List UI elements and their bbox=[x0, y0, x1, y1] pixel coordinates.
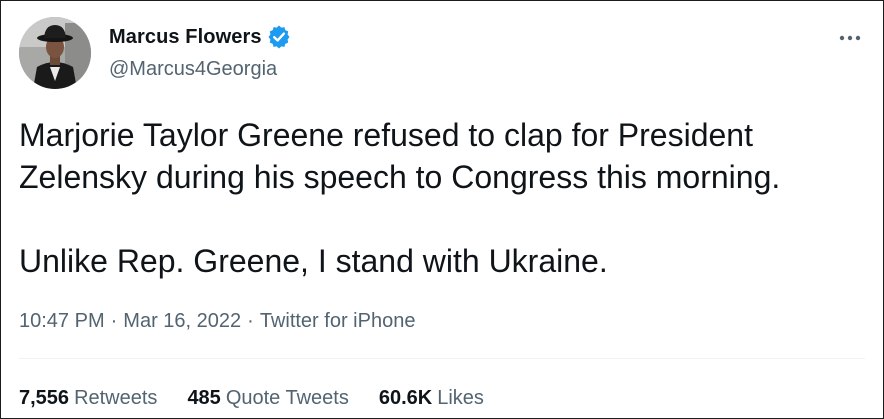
tweet-time[interactable]: 10:47 PM bbox=[19, 310, 105, 332]
tweet-source[interactable]: Twitter for iPhone bbox=[260, 310, 416, 332]
more-options-button[interactable] bbox=[835, 23, 865, 53]
author-handle[interactable]: @Marcus4Georgia bbox=[109, 57, 277, 81]
likes-count: 60.6K bbox=[378, 387, 433, 409]
tweet-text-line-1: Marjorie Taylor Greene refused to clap f… bbox=[19, 117, 753, 153]
retweets-stat[interactable]: 7,556 Retweets bbox=[19, 385, 157, 411]
verified-badge-icon bbox=[267, 25, 291, 49]
profile-photo-icon bbox=[19, 17, 91, 89]
tweet-metadata: 10:47 PM · Mar 16, 2022 · Twitter for iPhone bbox=[19, 308, 415, 334]
tweet-text-line-2: Zelensky during his speech to Congress t… bbox=[19, 159, 781, 195]
author-name-row: Marcus Flowers bbox=[109, 25, 291, 49]
tweet-date[interactable]: Mar 16, 2022 bbox=[123, 310, 241, 332]
tweet-card: Marcus Flowers @Marcus4Georgia Marjorie … bbox=[0, 0, 884, 419]
tweet-text-paragraph-2: Unlike Rep. Greene, I stand with Ukraine… bbox=[19, 243, 608, 279]
likes-stat[interactable]: 60.6K Likes bbox=[379, 385, 484, 411]
meta-separator: · bbox=[247, 310, 254, 332]
more-horizontal-icon bbox=[839, 35, 861, 41]
avatar[interactable] bbox=[19, 17, 91, 89]
meta-separator: · bbox=[110, 310, 118, 332]
quote-tweets-count: 485 bbox=[187, 387, 221, 409]
retweets-label: Retweets bbox=[74, 387, 158, 409]
tweet-stats: 7,556 Retweets 485 Quote Tweets 60.6K Likes bbox=[19, 385, 514, 411]
author-display-name[interactable]: Marcus Flowers bbox=[109, 25, 262, 49]
divider bbox=[19, 358, 865, 359]
retweets-count: 7,556 bbox=[19, 387, 70, 409]
quote-tweets-stat[interactable]: 485 Quote Tweets bbox=[187, 385, 348, 411]
likes-label: Likes bbox=[437, 387, 484, 409]
tweet-body: Marjorie Taylor Greene refused to clap f… bbox=[19, 114, 859, 282]
quote-tweets-label: Quote Tweets bbox=[225, 387, 349, 409]
